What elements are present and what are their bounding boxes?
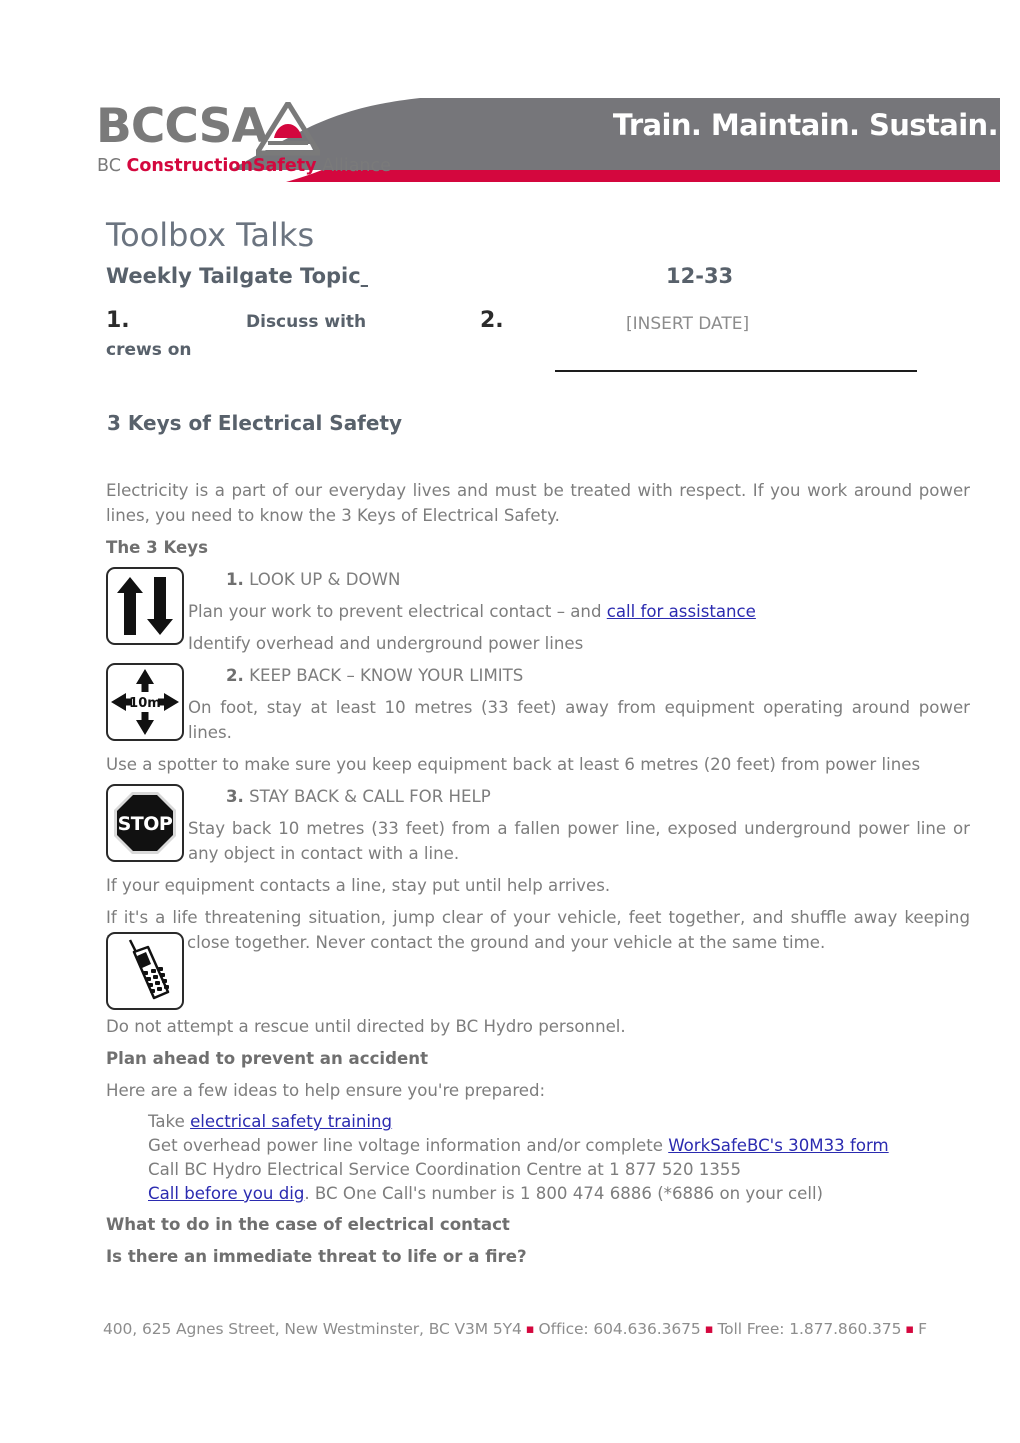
up-down-arrows-icon xyxy=(106,567,184,645)
banner-slogan: Train. Maintain. Sustain. xyxy=(612,108,999,142)
bccsa-triangle-icon xyxy=(252,98,324,156)
electrical-safety-training-link[interactable]: electrical safety training xyxy=(190,1112,392,1131)
electrical-contact-heading: What to do in the case of electrical con… xyxy=(106,1215,510,1234)
key-3-title: STAY BACK & CALL FOR HELP xyxy=(249,787,491,806)
idea-2-pre: Get overhead power line voltage informat… xyxy=(148,1136,669,1155)
svg-text:10m: 10m xyxy=(129,696,161,711)
svg-text:STOP: STOP xyxy=(118,813,173,835)
footer-office: Office: 604.636.3675 xyxy=(538,1320,701,1338)
plan-intro: Here are a few ideas to help ensure you'… xyxy=(106,1081,546,1100)
key-3-title-line: 3. STAY BACK & CALL FOR HELP xyxy=(106,784,970,809)
key-2-line-1: On foot, stay at least 10 metres (33 fee… xyxy=(188,698,970,742)
plan-ahead-heading: Plan ahead to prevent an accident xyxy=(106,1049,428,1068)
key-1-number: 1. xyxy=(226,570,244,589)
logo-tagline: BC ConstructionSafety Alliance xyxy=(97,156,391,176)
ten-metre-clearance-icon: 10m xyxy=(106,663,184,741)
logo-wordmark: BCCSA xyxy=(96,99,268,154)
list-item: Call before you dig. BC One Call's numbe… xyxy=(148,1182,970,1206)
key-1-line-1: Plan your work to prevent electrical con… xyxy=(106,599,970,624)
date-underline-rule xyxy=(555,370,917,372)
section-heading: 3 Keys of Electrical Safety xyxy=(107,411,403,435)
page-title: Toolbox Talks xyxy=(106,216,315,254)
key-2-line-2: Use a spotter to make sure you keep equi… xyxy=(106,755,921,774)
subtitle-row: Weekly Tailgate Topic 12-33 xyxy=(106,264,916,298)
call-for-assistance-link[interactable]: call for assistance xyxy=(607,602,756,621)
footer-toll-free: Toll Free: 1.877.860.375 xyxy=(717,1320,902,1338)
step-1-text-continued: crews on xyxy=(106,340,192,360)
logo-tagline-alliance: Alliance xyxy=(316,156,391,176)
topic-number: 12-33 xyxy=(666,264,734,288)
idea-4-post: . BC One Call's number is 1 800 474 6886… xyxy=(304,1184,824,1203)
list-item: Call BC Hydro Electrical Service Coordin… xyxy=(148,1158,970,1182)
key-2-title: KEEP BACK – KNOW YOUR LIMITS xyxy=(249,666,524,685)
instruction-row: 1. Discuss with crews on 2. [INSERT DATE… xyxy=(106,308,936,378)
key-3-number: 3. xyxy=(226,787,244,806)
logo-tagline-bc: BC xyxy=(97,156,127,176)
key-1-title: LOOK UP & DOWN xyxy=(249,570,401,589)
stop-sign-icon: STOP xyxy=(106,784,184,862)
call-before-you-dig-link[interactable]: Call before you dig xyxy=(148,1184,304,1203)
mobile-phone-icon xyxy=(106,932,184,1010)
key-3-line-1: Stay back 10 metres (33 feet) from a fal… xyxy=(188,819,970,863)
key-2-title-line: 2. KEEP BACK – KNOW YOUR LIMITS xyxy=(106,663,970,688)
worksafebc-30m33-form-link[interactable]: WorkSafeBC's 30M33 form xyxy=(668,1136,888,1155)
footer-trailing: F xyxy=(918,1320,927,1338)
idea-1-pre: Take xyxy=(148,1112,191,1131)
footer: 400, 625 Agnes Street, New Westminster, … xyxy=(103,1319,1003,1345)
list-item: Take electrical safety training xyxy=(148,1110,970,1134)
footer-separator-icon: ▪ xyxy=(700,1322,718,1337)
weekly-tailgate-topic-label: Weekly Tailgate Topic xyxy=(106,264,368,288)
content-area: Electricity is a part of our everyday li… xyxy=(106,478,970,1276)
phone-section-text: Do not attempt a rescue until directed b… xyxy=(106,1017,626,1036)
ideas-list: Take electrical safety training Get over… xyxy=(106,1110,970,1206)
key-3-line-3: If it's a life threatening situation, ju… xyxy=(106,908,970,952)
insert-date-field[interactable]: [INSERT DATE] xyxy=(626,314,749,334)
intro-paragraph: Electricity is a part of our everyday li… xyxy=(106,481,970,525)
footer-address: 400, 625 Agnes Street, New Westminster, … xyxy=(103,1320,522,1338)
step-1-number: 1. xyxy=(106,308,130,333)
topic-underline-spacer xyxy=(361,264,368,288)
key-1-title-line: 1. LOOK UP & DOWN xyxy=(106,567,970,592)
idea-3-text: Call BC Hydro Electrical Service Coordin… xyxy=(148,1160,742,1179)
footer-separator-icon: ▪ xyxy=(901,1322,919,1337)
key-2-number: 2. xyxy=(226,666,244,685)
footer-text: 400, 625 Agnes Street, New Westminster, … xyxy=(103,1320,927,1338)
bccsa-logo: BCCSA BC ConstructionSafety Alliance xyxy=(96,98,426,180)
list-item: Get overhead power line voltage informat… xyxy=(148,1134,970,1158)
keys-heading: The 3 Keys xyxy=(106,538,209,557)
weekly-tailgate-topic-text: Weekly Tailgate Topic xyxy=(106,264,361,288)
step-2-number: 2. xyxy=(480,308,504,333)
key-1-line-1-text: Plan your work to prevent electrical con… xyxy=(188,602,607,621)
immediate-threat-heading: Is there an immediate threat to life or … xyxy=(106,1247,527,1266)
key-1-line-2: Identify overhead and underground power … xyxy=(188,634,584,653)
step-1-text: Discuss with xyxy=(246,312,367,332)
logo-tagline-constructionsafety: ConstructionSafety xyxy=(126,156,317,176)
key-3-line-2: If your equipment contacts a line, stay … xyxy=(106,876,611,895)
footer-separator-icon: ▪ xyxy=(521,1322,539,1337)
